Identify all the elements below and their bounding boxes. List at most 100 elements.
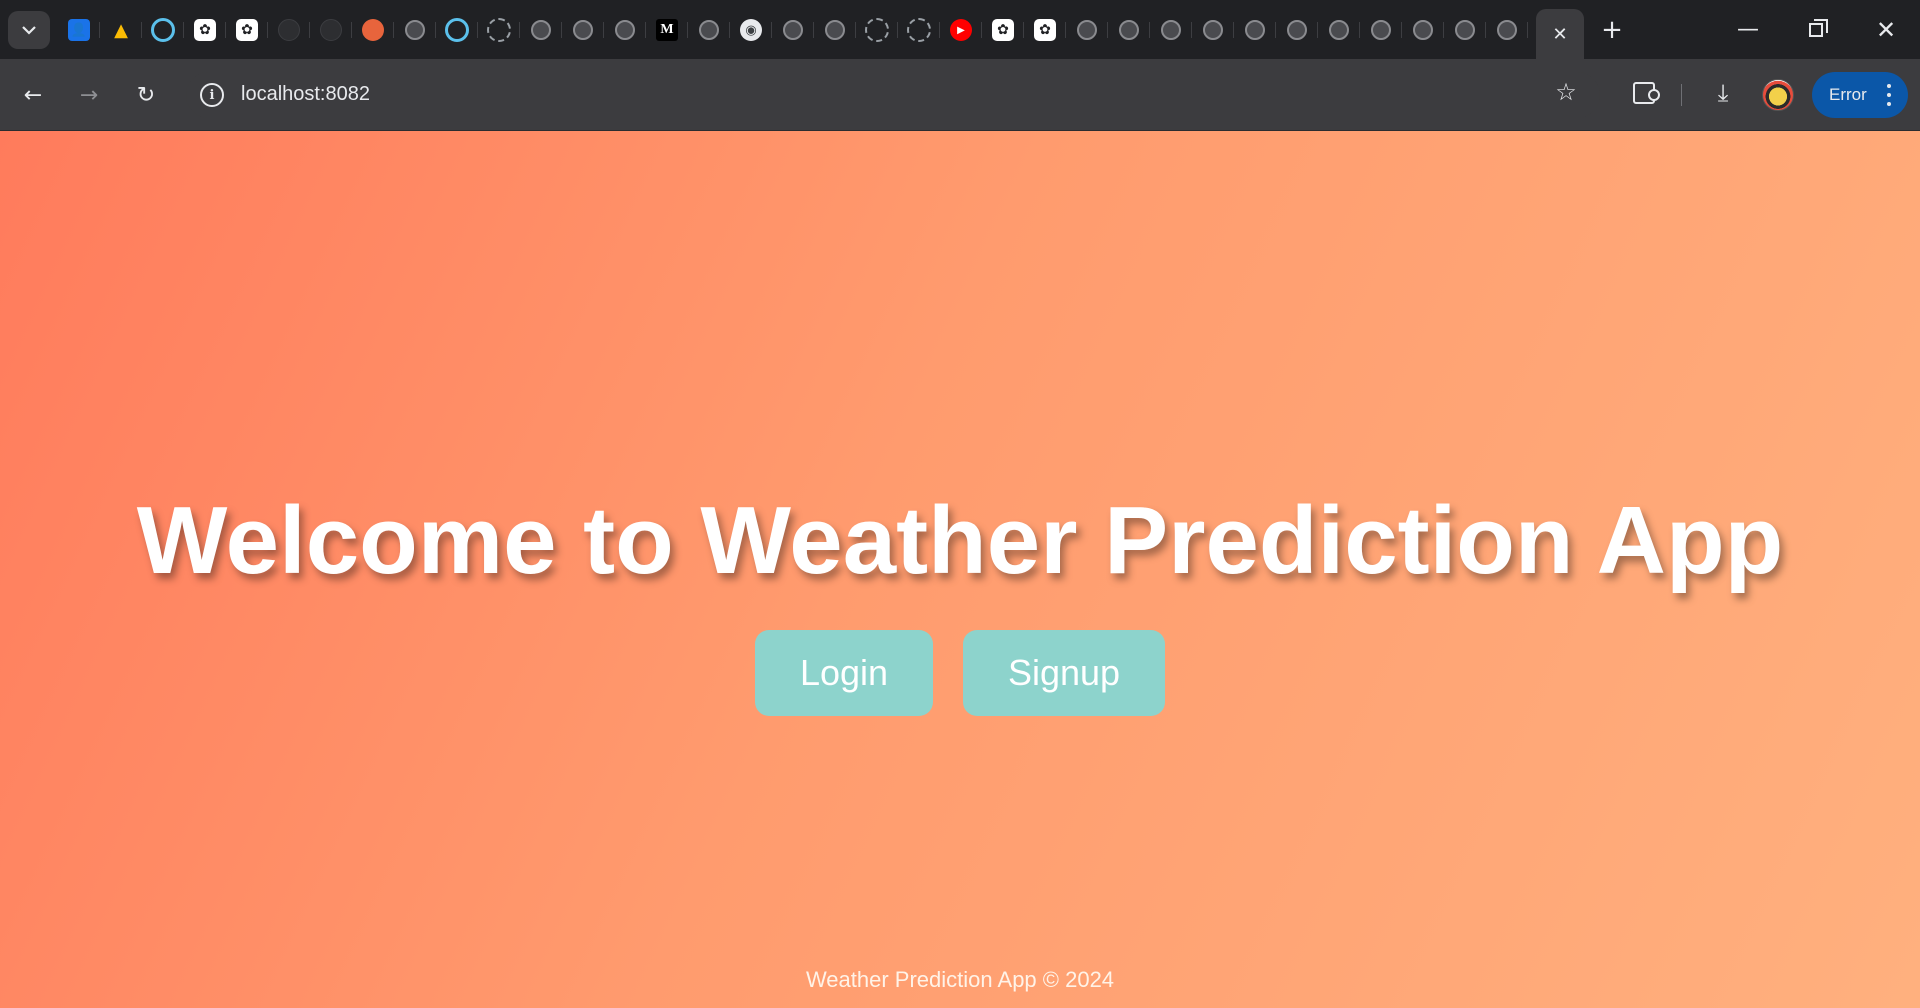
login-button[interactable]: Login [755, 630, 933, 716]
pinned-tab[interactable] [520, 13, 562, 47]
pinned-tab[interactable]: ✿ [184, 13, 226, 47]
close-window-button[interactable]: ✕ [1852, 0, 1920, 59]
tab-search-button[interactable] [8, 11, 50, 49]
tab-strip: 👤 ▲ ✿ ✿ M ◉ ▶ ✿ ✿ ✕ + — ✕ [0, 0, 1920, 59]
blue-circle-icon [573, 20, 593, 40]
pinned-tab[interactable] [142, 13, 184, 47]
globe-icon [615, 20, 635, 40]
chatgpt-icon: ✿ [194, 19, 216, 41]
chatgpt-icon: ✿ [1034, 19, 1056, 41]
chevron-down-icon [22, 26, 36, 35]
pinned-tab[interactable] [478, 13, 520, 47]
pinned-tab[interactable] [1486, 13, 1528, 47]
close-tab-icon[interactable]: ✕ [1552, 24, 1567, 45]
restore-button[interactable] [1782, 0, 1850, 59]
minimize-button[interactable]: — [1714, 0, 1782, 59]
orange-blob-icon [362, 19, 384, 41]
pinned-tab[interactable]: ▲ [100, 13, 142, 47]
globe-icon [1161, 20, 1181, 40]
reload-button[interactable]: ↻ [126, 75, 166, 115]
page-footer: Weather Prediction App © 2024 [805, 967, 1115, 992]
ring-icon [445, 18, 469, 42]
signup-button[interactable]: Signup [963, 630, 1165, 716]
drive-icon: ▲ [114, 19, 128, 41]
pinned-tab[interactable]: 👤 [58, 13, 100, 47]
globe-icon [1329, 20, 1349, 40]
pinned-tab[interactable]: ▶ [940, 13, 982, 47]
extensions-button[interactable] [1626, 75, 1662, 111]
pinned-tab[interactable] [352, 13, 394, 47]
contacts-icon: 👤 [68, 19, 90, 41]
pinned-tab[interactable] [814, 13, 856, 47]
dashed-ring-icon [865, 18, 889, 42]
pinned-tab[interactable] [268, 13, 310, 47]
pinned-tab[interactable] [898, 13, 940, 47]
globe-icon [1371, 20, 1391, 40]
menu-kebab-icon [1887, 84, 1891, 106]
pinned-tab[interactable]: ✿ [226, 13, 268, 47]
toolbar-divider [1681, 84, 1682, 106]
pinned-tab[interactable] [1402, 13, 1444, 47]
github-icon [320, 19, 342, 41]
globe-icon [1455, 20, 1475, 40]
pinned-tab[interactable] [1192, 13, 1234, 47]
globe-icon [1413, 20, 1433, 40]
dashed-ring-icon [487, 18, 511, 42]
globe-icon [1119, 20, 1139, 40]
new-tab-button[interactable]: + [1596, 14, 1628, 46]
pinned-tab[interactable] [310, 13, 352, 47]
active-tab[interactable]: ✕ [1536, 9, 1584, 59]
address-bar[interactable]: i localhost:8082 [186, 72, 1600, 118]
site-info-icon[interactable]: i [200, 83, 224, 107]
pinned-tab[interactable] [562, 13, 604, 47]
pinned-tab[interactable] [1360, 13, 1402, 47]
pinned-tab[interactable]: ◉ [730, 13, 772, 47]
pinned-tab[interactable]: ✿ [982, 13, 1024, 47]
globe-icon [1203, 20, 1223, 40]
globe-icon [783, 20, 803, 40]
pinned-tab[interactable] [1276, 13, 1318, 47]
page-viewport: Welcome to Weather Prediction App Login … [0, 131, 1920, 1008]
pinned-tab[interactable] [1108, 13, 1150, 47]
pinned-tab[interactable] [436, 13, 478, 47]
youtube-icon: ▶ [950, 19, 972, 41]
pinned-tab[interactable] [1234, 13, 1276, 47]
globe-icon [405, 20, 425, 40]
globe-icon [1245, 20, 1265, 40]
pinned-tab[interactable] [1066, 13, 1108, 47]
globe-icon [1077, 20, 1097, 40]
download-icon[interactable]: ⤓ [1705, 75, 1741, 111]
profile-error-button[interactable]: Error [1812, 72, 1908, 118]
error-label: Error [1829, 85, 1867, 104]
globe-icon [1287, 20, 1307, 40]
bookmark-star-icon[interactable]: ☆ [1549, 75, 1583, 109]
globe-icon [531, 20, 551, 40]
pinned-tab[interactable] [394, 13, 436, 47]
pinned-tab[interactable]: M [646, 13, 688, 47]
puzzle-icon [1633, 82, 1660, 104]
forward-button[interactable]: → [69, 75, 109, 115]
chatgpt-icon: ✿ [236, 19, 258, 41]
github-icon [278, 19, 300, 41]
medium-icon: M [656, 19, 678, 41]
pinned-tab[interactable] [856, 13, 898, 47]
pinned-tabs: 👤 ▲ ✿ ✿ M ◉ ▶ ✿ ✿ [58, 13, 1528, 47]
restore-icon [1809, 18, 1828, 37]
pinned-tab[interactable] [604, 13, 646, 47]
pinned-tab[interactable] [1444, 13, 1486, 47]
dashed-ring-icon [907, 18, 931, 42]
pinned-tab[interactable]: ✿ [1024, 13, 1066, 47]
ring-icon [151, 18, 175, 42]
globe-icon [825, 20, 845, 40]
globe-icon [699, 20, 719, 40]
pinned-tab[interactable] [1318, 13, 1360, 47]
back-button[interactable]: ← [13, 75, 53, 115]
chatgpt-icon: ✿ [992, 19, 1014, 41]
pinned-tab[interactable] [688, 13, 730, 47]
pinned-tab[interactable] [1150, 13, 1192, 47]
profile-avatar[interactable] [1762, 79, 1794, 111]
page-title: Welcome to Weather Prediction App [136, 487, 1784, 594]
url-text[interactable]: localhost:8082 [241, 83, 370, 106]
chrome-icon: ◉ [740, 19, 762, 41]
pinned-tab[interactable] [772, 13, 814, 47]
